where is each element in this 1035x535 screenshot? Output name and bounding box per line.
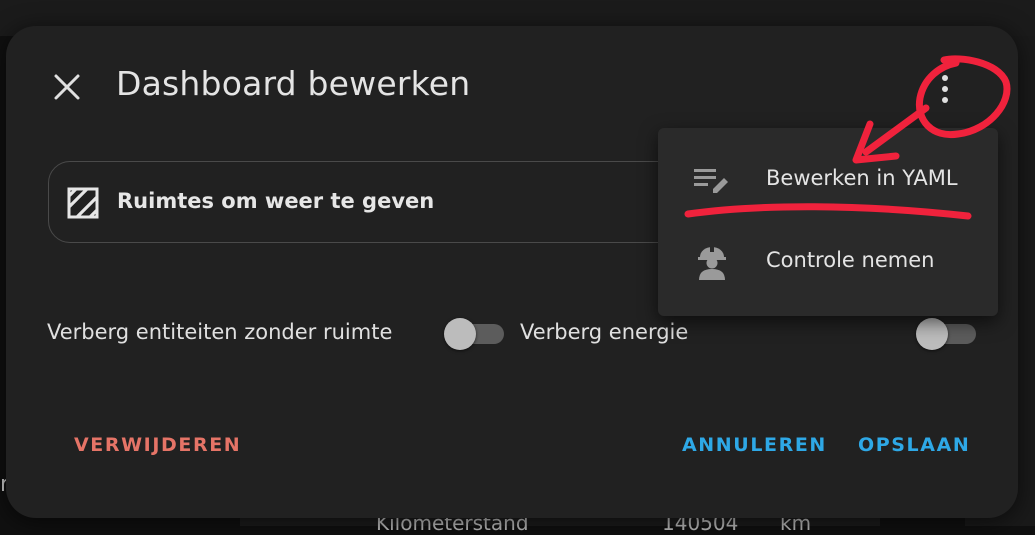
hide-energy-label: Verberg energie bbox=[520, 320, 689, 344]
more-options-button[interactable] bbox=[922, 66, 968, 112]
save-button[interactable]: OPSLAAN bbox=[858, 434, 970, 456]
more-vertical-icon bbox=[942, 75, 948, 103]
delete-button[interactable]: VERWIJDEREN bbox=[74, 434, 241, 456]
hide-entities-without-area-label: Verberg entiteiten zonder ruimte bbox=[47, 320, 393, 344]
menu-item-label: Bewerken in YAML bbox=[766, 166, 958, 190]
hide-entities-without-area-switch[interactable] bbox=[444, 318, 506, 350]
switch-thumb bbox=[916, 318, 948, 350]
hide-energy-switch[interactable] bbox=[916, 318, 978, 350]
dialog-title: Dashboard bewerken bbox=[116, 64, 471, 103]
switch-thumb bbox=[444, 318, 476, 350]
close-icon bbox=[54, 74, 80, 100]
cancel-button[interactable]: ANNULEREN bbox=[682, 434, 827, 456]
edit-text-icon bbox=[694, 169, 728, 193]
menu-item-edit-yaml[interactable]: Bewerken in YAML bbox=[658, 140, 998, 220]
rooms-selector-label: Ruimtes om weer te geven bbox=[117, 189, 435, 213]
worker-icon bbox=[698, 246, 726, 280]
menu-item-label: Controle nemen bbox=[766, 248, 935, 272]
overflow-menu: Bewerken in YAML Controle nemen bbox=[658, 128, 998, 316]
menu-item-take-control[interactable]: Controle nemen bbox=[658, 222, 998, 302]
close-button[interactable] bbox=[42, 62, 92, 112]
hatched-area-icon bbox=[67, 187, 99, 219]
rooms-selector[interactable]: Ruimtes om weer te geven bbox=[48, 161, 748, 243]
